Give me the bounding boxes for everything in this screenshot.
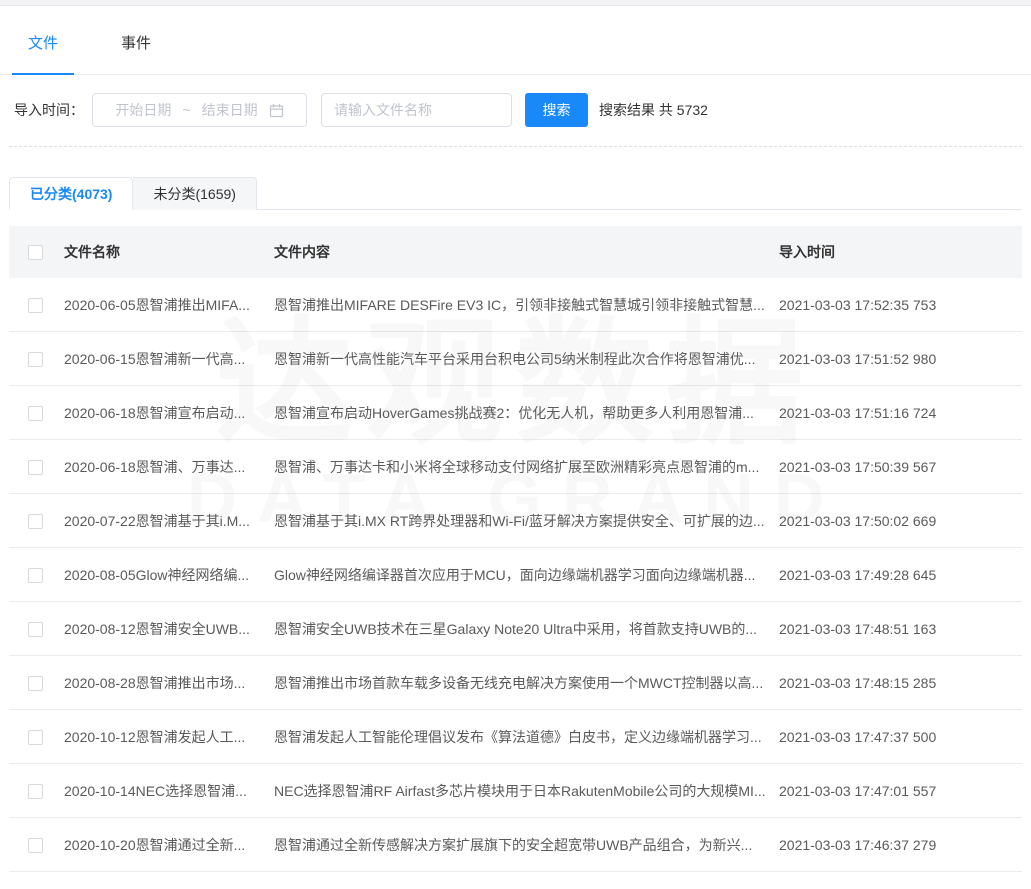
import-time-cell: 2021-03-03 17:50:02 669 [779, 513, 1022, 529]
row-checkbox[interactable] [28, 406, 43, 421]
row-checkbox[interactable] [28, 460, 43, 475]
table-body: 2020-06-05恩智浦推出MIFA... 恩智浦推出MIFARE DESFi… [9, 278, 1022, 872]
import-time-cell: 2021-03-03 17:46:37 279 [779, 837, 1022, 853]
file-name-cell: 2020-06-18恩智浦、万事达... [64, 457, 274, 477]
search-result-count: 搜索结果 共 5732 [599, 100, 708, 120]
file-name-cell: 2020-06-18恩智浦宣布启动... [64, 403, 274, 423]
file-content-cell: 恩智浦推出MIFARE DESFire EV3 IC，引领非接触式智慧城引领非接… [274, 295, 779, 315]
import-time-cell: 2021-03-03 17:48:51 163 [779, 621, 1022, 637]
table-row[interactable]: 2020-06-15恩智浦新一代高... 恩智浦新一代高性能汽车平台采用台积电公… [9, 332, 1022, 386]
row-checkbox[interactable] [28, 784, 43, 799]
row-checkbox[interactable] [28, 838, 43, 853]
table-row[interactable]: 2020-10-14NEC选择恩智浦... NEC选择恩智浦RF Airfast… [9, 764, 1022, 818]
file-content-cell: NEC选择恩智浦RF Airfast多芯片模块用于日本RakutenMobile… [274, 781, 779, 801]
import-time-cell: 2021-03-03 17:48:15 285 [779, 675, 1022, 691]
file-name-cell: 2020-10-20恩智浦通过全新... [64, 835, 274, 855]
file-content-cell: 恩智浦宣布启动HoverGames挑战赛2：优化无人机，帮助更多人利用恩智浦..… [274, 403, 779, 423]
import-time-cell: 2021-03-03 17:51:52 980 [779, 351, 1022, 367]
file-name-cell: 2020-07-22恩智浦基于其i.M... [64, 511, 274, 531]
row-checkbox[interactable] [28, 298, 43, 313]
row-checkbox[interactable] [28, 676, 43, 691]
tab-events[interactable]: 事件 [105, 32, 167, 74]
tab-events-label: 事件 [121, 35, 151, 52]
row-checkbox-cell [9, 296, 64, 313]
row-checkbox-cell [9, 782, 64, 799]
table-row[interactable]: 2020-08-28恩智浦推出市场... 恩智浦推出市场首款车载多设备无线充电解… [9, 656, 1022, 710]
table-row[interactable]: 2020-06-18恩智浦、万事达... 恩智浦、万事达卡和小米将全球移动支付网… [9, 440, 1022, 494]
date-separator: ~ [182, 102, 190, 118]
row-checkbox-cell [9, 836, 64, 853]
select-all-checkbox[interactable] [28, 245, 43, 260]
row-checkbox[interactable] [28, 352, 43, 367]
import-time-cell: 2021-03-03 17:49:28 645 [779, 567, 1022, 583]
table-row[interactable]: 2020-10-20恩智浦通过全新... 恩智浦通过全新传感解决方案扩展旗下的安… [9, 818, 1022, 872]
end-date-placeholder: 结束日期 [202, 100, 258, 120]
table-row[interactable]: 2020-06-05恩智浦推出MIFA... 恩智浦推出MIFARE DESFi… [9, 278, 1022, 332]
column-header-import-time: 导入时间 [779, 242, 1022, 262]
search-bar: 导入时间： 开始日期 ~ 结束日期 搜索 搜索结果 共 5732 [0, 75, 1031, 146]
table-row[interactable]: 2020-07-22恩智浦基于其i.M... 恩智浦基于其i.MX RT跨界处理… [9, 494, 1022, 548]
file-content-cell: 恩智浦新一代高性能汽车平台采用台积电公司5纳米制程此次合作将恩智浦优... [274, 349, 779, 369]
import-time-cell: 2021-03-03 17:51:16 724 [779, 405, 1022, 421]
table-header-row: 文件名称 文件内容 导入时间 [9, 226, 1022, 278]
file-name-cell: 2020-08-12恩智浦安全UWB... [64, 619, 274, 639]
row-checkbox-cell [9, 674, 64, 691]
column-header-file-content: 文件内容 [274, 242, 779, 262]
file-name-cell: 2020-10-12恩智浦发起人工... [64, 727, 274, 747]
file-content-cell: 恩智浦通过全新传感解决方案扩展旗下的安全超宽带UWB产品组合，为新兴... [274, 835, 779, 855]
import-time-cell: 2021-03-03 17:52:35 753 [779, 297, 1022, 313]
file-content-cell: 恩智浦安全UWB技术在三星Galaxy Note20 Ultra中采用，将首款支… [274, 619, 779, 639]
file-name-cell: 2020-08-05Glow神经网络编... [64, 565, 274, 585]
row-checkbox-cell [9, 566, 64, 583]
row-checkbox-cell [9, 728, 64, 745]
row-checkbox[interactable] [28, 730, 43, 745]
row-checkbox-cell [9, 404, 64, 421]
file-name-input[interactable] [321, 93, 512, 127]
dashed-divider [9, 146, 1022, 147]
file-content-cell: Glow神经网络编译器首次应用于MCU，面向边缘端机器学习面向边缘端机器... [274, 565, 779, 585]
row-checkbox-cell [9, 620, 64, 637]
row-checkbox[interactable] [28, 622, 43, 637]
row-checkbox-cell [9, 350, 64, 367]
import-time-cell: 2021-03-03 17:47:01 557 [779, 783, 1022, 799]
file-table: 文件名称 文件内容 导入时间 2020-06-05恩智浦推出MIFA... 恩智… [9, 226, 1022, 872]
file-content-cell: 恩智浦基于其i.MX RT跨界处理器和Wi-Fi/蓝牙解决方案提供安全、可扩展的… [274, 511, 779, 531]
file-management-page: 文件 事件 导入时间： 开始日期 ~ 结束日期 搜索 搜索结果 共 5732 [0, 0, 1031, 889]
row-checkbox-cell [9, 458, 64, 475]
file-content-cell: 恩智浦、万事达卡和小米将全球移动支付网络扩展至欧洲精彩亮点恩智浦的m... [274, 457, 779, 477]
file-name-cell: 2020-08-28恩智浦推出市场... [64, 673, 274, 693]
row-checkbox-cell [9, 512, 64, 529]
tab-files[interactable]: 文件 [12, 32, 74, 74]
tab-classified[interactable]: 已分类(4073) [9, 177, 133, 210]
row-checkbox[interactable] [28, 514, 43, 529]
table-row[interactable]: 2020-10-12恩智浦发起人工... 恩智浦发起人工智能伦理倡议发布《算法道… [9, 710, 1022, 764]
file-name-cell: 2020-06-05恩智浦推出MIFA... [64, 295, 274, 315]
main-tab-bar: 文件 事件 [0, 6, 1031, 75]
table-row[interactable]: 2020-08-12恩智浦安全UWB... 恩智浦安全UWB技术在三星Galax… [9, 602, 1022, 656]
start-date-placeholder: 开始日期 [115, 100, 171, 120]
select-all-cell [9, 244, 64, 261]
file-name-cell: 2020-06-15恩智浦新一代高... [64, 349, 274, 369]
calendar-icon [269, 103, 284, 118]
row-checkbox[interactable] [28, 568, 43, 583]
file-name-cell: 2020-10-14NEC选择恩智浦... [64, 781, 274, 801]
import-time-cell: 2021-03-03 17:50:39 567 [779, 459, 1022, 475]
table-row[interactable]: 2020-06-18恩智浦宣布启动... 恩智浦宣布启动HoverGames挑战… [9, 386, 1022, 440]
date-range-picker[interactable]: 开始日期 ~ 结束日期 [92, 93, 307, 127]
file-content-cell: 恩智浦发起人工智能伦理倡议发布《算法道德》白皮书，定义边缘端机器学习... [274, 727, 779, 747]
file-content-cell: 恩智浦推出市场首款车载多设备无线充电解决方案使用一个MWCT控制器以高... [274, 673, 779, 693]
tab-files-label: 文件 [28, 35, 58, 52]
import-time-cell: 2021-03-03 17:47:37 500 [779, 729, 1022, 745]
column-header-file-name: 文件名称 [64, 242, 274, 262]
category-tab-bar: 已分类(4073) 未分类(1659) [9, 177, 1022, 210]
search-button[interactable]: 搜索 [525, 93, 588, 127]
table-row[interactable]: 2020-08-05Glow神经网络编... Glow神经网络编译器首次应用于M… [9, 548, 1022, 602]
tab-unclassified[interactable]: 未分类(1659) [133, 177, 256, 210]
import-time-label: 导入时间： [14, 100, 84, 120]
